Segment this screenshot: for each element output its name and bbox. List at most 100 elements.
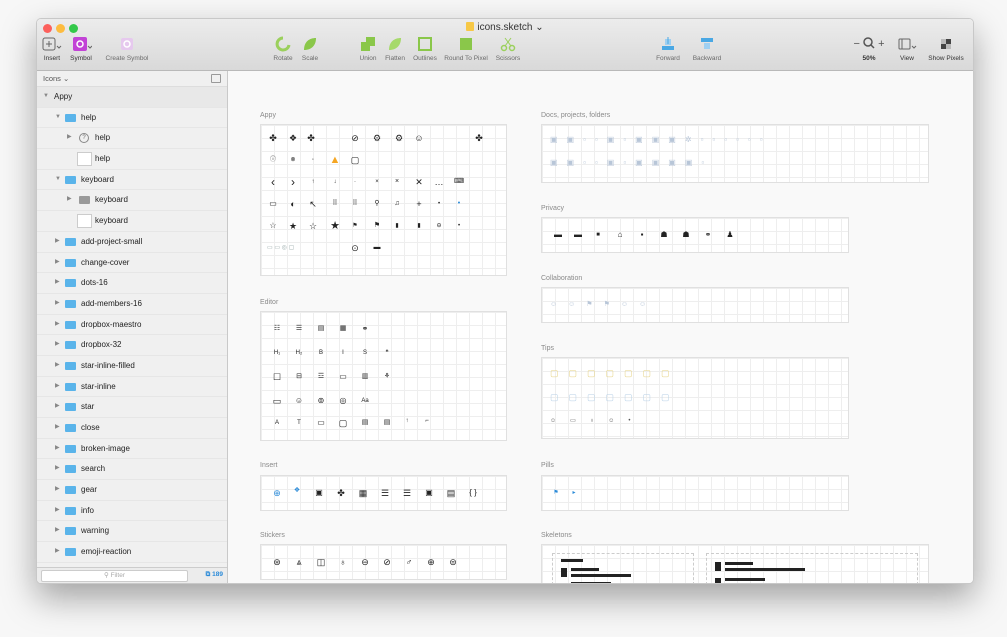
artboard-title-stickers[interactable]: Stickers xyxy=(260,532,285,539)
zoom-out-button[interactable]: − xyxy=(854,38,860,50)
layer-row[interactable]: ▶ keyboard xyxy=(37,190,227,212)
layer-row[interactable]: ▶ change-cover xyxy=(37,253,227,274)
artboard-editor[interactable]: ☷ ☰ ▤ ▦ ⚭ H₁ H₂ B I S ❝ ☐ ⊟ ☲ ▭ ▥ ⚘ ▭ ☺ … xyxy=(260,311,507,441)
disclosure-closed-icon[interactable]: ▶ xyxy=(55,377,60,397)
disclosure-closed-icon[interactable]: ▶ xyxy=(55,439,60,459)
disclosure-closed-icon[interactable]: ▶ xyxy=(67,190,72,210)
filter-input[interactable]: ⚲ Filter xyxy=(41,570,188,582)
artboard-stickers[interactable]: ⊛ ⩓ ◫ ♁ ⊖ ⊘ ♂ ⊕ ⊜ xyxy=(260,544,507,580)
outlines-button[interactable]: Outlines xyxy=(411,36,439,62)
layer-row[interactable]: ▶ star-inline xyxy=(37,377,227,398)
artboard-title-pills[interactable]: Pills xyxy=(541,462,554,469)
disclosure-closed-icon[interactable]: ▶ xyxy=(55,294,60,314)
page-selector[interactable]: Icons ⌄ xyxy=(37,71,227,87)
rotate-button[interactable]: Rotate xyxy=(271,36,295,62)
chevron-down-icon[interactable]: ⌄ xyxy=(535,22,543,33)
toggle-pages-icon[interactable] xyxy=(211,74,221,83)
scale-label: Scale xyxy=(301,55,319,62)
forward-button[interactable]: Forward xyxy=(653,36,683,62)
layer-row[interactable]: keyboard xyxy=(37,211,227,232)
disclosure-open-icon[interactable]: ▼ xyxy=(43,87,49,107)
disclosure-closed-icon[interactable]: ▶ xyxy=(55,315,60,335)
artboard-docs[interactable]: ▣▣▫▫▣▫▣▣▣✲▫▫▫▫▫▫ ▣▣▫▫▣▫▣▣▣▣▫ xyxy=(541,124,929,183)
canvas[interactable]: Appy ✤ ❖ ✤ ⊘ ⚙ ⚙ ☺ ✤ ⓘ ⊗ ◦ ▲ ▢ ‹ › ↑ ↓ ·… xyxy=(228,71,973,583)
disclosure-closed-icon[interactable]: ▶ xyxy=(55,356,60,376)
artboard-insert[interactable]: ⊕ ❖ ▣ ✤ ▦ ☰ ☰ ▣ ▤ { } xyxy=(260,475,507,511)
disclosure-closed-icon[interactable]: ▶ xyxy=(67,128,72,148)
union-button[interactable]: Union xyxy=(355,36,381,62)
folder-icon xyxy=(65,279,76,288)
disclosure-closed-icon[interactable]: ▶ xyxy=(55,501,60,521)
artboard-title-privacy[interactable]: Privacy xyxy=(541,205,564,212)
layer-row[interactable]: ▼ help xyxy=(37,108,227,129)
disclosure-closed-icon[interactable]: ▶ xyxy=(55,480,60,500)
layer-row[interactable]: ▶ star-inline-filled xyxy=(37,356,227,377)
disclosure-closed-icon[interactable]: ▶ xyxy=(55,273,60,293)
artboard-title-tips[interactable]: Tips xyxy=(541,345,554,352)
artboard-title-skeletons[interactable]: Skeletons xyxy=(541,532,572,539)
artboard-appy[interactable]: ✤ ❖ ✤ ⊘ ⚙ ⚙ ☺ ✤ ⓘ ⊗ ◦ ▲ ▢ ‹ › ↑ ↓ · × × … xyxy=(260,124,507,276)
artboard-skeletons[interactable] xyxy=(541,544,929,583)
layer-row[interactable]: ▶? help xyxy=(37,128,227,150)
disclosure-closed-icon[interactable]: ▶ xyxy=(55,397,60,417)
artboard-title-insert[interactable]: Insert xyxy=(260,462,278,469)
layer-row[interactable]: ▶ emoji-reaction xyxy=(37,542,227,563)
scissors-button[interactable]: Scissors xyxy=(493,36,523,62)
view-button[interactable]: View xyxy=(895,36,919,62)
disclosure-closed-icon[interactable]: ▶ xyxy=(55,253,60,273)
create-symbol-button[interactable]: Create Symbol xyxy=(99,36,155,62)
layer-row[interactable]: ▶ dropbox-maestro xyxy=(37,315,227,336)
symbol-button[interactable]: Symbol xyxy=(67,36,95,62)
flatten-button[interactable]: Flatten xyxy=(383,36,407,62)
disclosure-closed-icon[interactable]: ▶ xyxy=(55,232,60,252)
disclosure-closed-icon[interactable]: ▶ xyxy=(55,521,60,541)
disclosure-closed-icon[interactable]: ▶ xyxy=(55,459,60,479)
folder-icon xyxy=(65,403,76,412)
zoom-control[interactable]: − + 50% xyxy=(849,36,889,62)
show-pixels-button[interactable]: Show Pixels xyxy=(923,36,969,62)
create-symbol-label: Create Symbol xyxy=(105,55,149,62)
artboard-title-collaboration[interactable]: Collaboration xyxy=(541,275,582,282)
layer-label: star-inline-filled xyxy=(81,360,135,370)
artboard-tips[interactable]: ▢▢▢▢▢▢▢ ▢▢▢▢▢▢▢ ☺▭♁☺• xyxy=(541,357,849,439)
artboard-title-appy[interactable]: Appy xyxy=(260,112,276,119)
disclosure-closed-icon[interactable]: ▶ xyxy=(55,542,60,562)
artboard-title-editor[interactable]: Editor xyxy=(260,299,278,306)
round-to-pixel-button[interactable]: Round To Pixel xyxy=(441,36,491,62)
backward-button[interactable]: Backward xyxy=(689,36,725,62)
view-icon xyxy=(898,38,917,50)
insert-button[interactable]: Insert xyxy=(41,36,63,62)
disclosure-open-icon[interactable]: ▼ xyxy=(55,170,61,190)
folder-icon xyxy=(65,382,76,391)
disclosure-open-icon[interactable]: ▼ xyxy=(55,108,61,128)
layer-row[interactable]: ▼ keyboard xyxy=(37,170,227,191)
flag-icon: ⚑ xyxy=(352,223,358,229)
layer-row[interactable]: ▶ add-members-16 xyxy=(37,294,227,315)
layer-row[interactable]: ▶ star xyxy=(37,397,227,418)
layer-row[interactable]: ▶ info xyxy=(37,501,227,522)
layer-row[interactable]: ▶ dropbox-32 xyxy=(37,335,227,356)
layer-row-appy[interactable]: ▼ Appy xyxy=(37,87,227,108)
artboard-privacy[interactable]: ▬ ▬ ■ ⌂ ▪ ☗ ☗ ⚭ ♟ xyxy=(541,217,849,253)
tip-small-icons-row: ☺▭♁☺• xyxy=(550,418,645,424)
layer-row[interactable]: ▶ warning xyxy=(37,521,227,543)
layer-count[interactable]: ⧉ 189 xyxy=(206,571,223,579)
artboard-pills[interactable]: ⚑ ▸ xyxy=(541,475,849,511)
layer-row[interactable]: ▶ dots-16 xyxy=(37,273,227,294)
layer-row[interactable]: ▶ close xyxy=(37,418,227,439)
blue-dot-icon: • xyxy=(457,200,461,207)
dropbox-small-icon: ❖ xyxy=(293,487,301,494)
layer-row[interactable]: ▶ gear xyxy=(37,480,227,501)
layer-row[interactable]: ▶ search xyxy=(37,459,227,481)
collaboration-icons-row: ☺☺⚑⚑☺☺ xyxy=(550,301,658,308)
disclosure-closed-icon[interactable]: ▶ xyxy=(55,418,60,438)
layer-row[interactable]: ▶ add-project-small xyxy=(37,232,227,253)
artboard-collaboration[interactable]: ☺☺⚑⚑☺☺ xyxy=(541,287,849,323)
layer-row[interactable]: help xyxy=(37,149,227,170)
zoom-in-button[interactable]: + xyxy=(878,38,884,50)
artboard-title-docs[interactable]: Docs, projects, folders xyxy=(541,112,610,119)
scale-button[interactable]: Scale xyxy=(299,36,321,62)
add-circle-icon: ⊕ xyxy=(273,488,281,498)
disclosure-closed-icon[interactable]: ▶ xyxy=(55,335,60,355)
layer-row[interactable]: ▶ broken-image xyxy=(37,439,227,460)
